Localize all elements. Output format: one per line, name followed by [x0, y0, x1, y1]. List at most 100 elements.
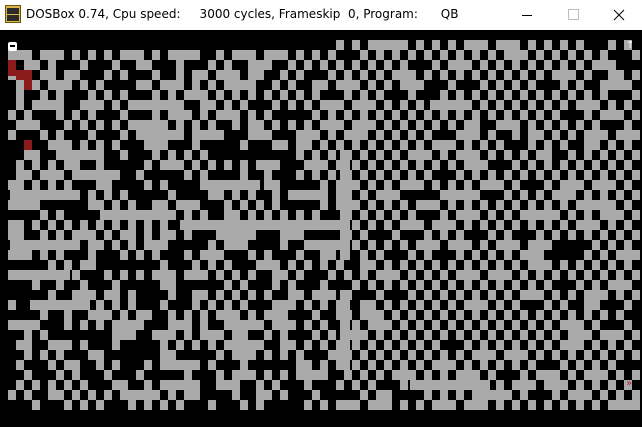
- maze-wall: [104, 310, 112, 320]
- maze-wall: [536, 150, 544, 160]
- maze-wall: [448, 260, 456, 270]
- maze-wall: [520, 150, 528, 160]
- maze-wall: [80, 280, 88, 290]
- maze-wall: [128, 230, 136, 240]
- maze-wall: [632, 400, 640, 410]
- maze-wall: [488, 110, 496, 120]
- maze-wall: [184, 90, 192, 100]
- maze-wall: [480, 140, 488, 150]
- maze-wall: [496, 140, 504, 150]
- maze-wall: [368, 400, 376, 410]
- maze-wall: [472, 290, 480, 300]
- maze-wall: [96, 200, 104, 210]
- maze-wall: [432, 360, 440, 370]
- maze-wall: [440, 90, 448, 100]
- maze-wall: [616, 400, 624, 410]
- player-trail: [24, 80, 32, 90]
- maze-wall: [288, 260, 296, 270]
- maze-wall: [608, 380, 616, 390]
- maze-wall: [304, 190, 312, 200]
- maze-wall: [592, 160, 600, 170]
- maze-wall: [232, 330, 240, 340]
- maze-wall: [512, 240, 520, 250]
- maze-wall: [416, 360, 424, 370]
- maze-wall: [600, 60, 608, 70]
- maze-wall: [368, 240, 376, 250]
- maze-wall: [480, 240, 488, 250]
- maze-wall: [80, 260, 88, 270]
- maze-wall: [464, 150, 472, 160]
- maze-wall: [328, 100, 336, 110]
- close-icon[interactable]: [596, 0, 642, 30]
- maze-wall: [608, 180, 616, 190]
- maze-wall: [576, 380, 584, 390]
- maze-wall: [192, 80, 200, 90]
- maze-wall: [96, 310, 104, 320]
- maximize-icon[interactable]: [550, 0, 596, 30]
- maze-wall: [576, 200, 584, 210]
- minimize-icon[interactable]: [504, 0, 550, 30]
- maze-wall: [192, 290, 200, 300]
- maze-wall: [584, 310, 592, 320]
- maze-wall: [472, 110, 480, 120]
- maze-wall: [592, 280, 600, 290]
- maze-wall: [472, 300, 480, 310]
- maze-wall: [392, 130, 400, 140]
- maze-wall: [440, 50, 448, 60]
- maze-wall: [568, 130, 576, 140]
- maze-wall: [232, 240, 240, 250]
- maze-wall: [360, 190, 368, 200]
- maze-wall: [632, 250, 640, 260]
- maze-wall: [208, 240, 216, 250]
- maze-wall: [632, 70, 640, 80]
- maze-wall: [624, 280, 632, 290]
- maze-wall: [416, 400, 424, 410]
- maze-wall: [224, 280, 232, 290]
- maze-wall: [40, 50, 48, 60]
- maze-wall: [368, 60, 376, 70]
- maze-wall: [616, 70, 624, 80]
- maze-wall: [536, 250, 544, 260]
- maze-wall: [176, 50, 184, 60]
- maze-wall: [240, 240, 248, 250]
- maze-wall: [456, 170, 464, 180]
- maze-wall: [456, 210, 464, 220]
- maze-wall: [544, 280, 552, 290]
- maze-wall: [176, 400, 184, 410]
- maze-wall: [96, 160, 104, 170]
- maze-wall: [576, 360, 584, 370]
- maze-wall: [168, 110, 176, 120]
- maze-wall: [176, 130, 184, 140]
- maze-wall: [336, 120, 344, 130]
- maze-wall: [520, 50, 528, 60]
- maze-wall: [568, 330, 576, 340]
- maze-wall: [216, 130, 224, 140]
- maze-wall: [144, 130, 152, 140]
- maze-wall: [432, 260, 440, 270]
- maze-wall: [368, 160, 376, 170]
- maze-wall: [216, 230, 224, 240]
- maze-wall: [544, 60, 552, 70]
- maze-wall: [312, 210, 320, 220]
- maze-wall: [48, 260, 56, 270]
- maze-wall: [408, 370, 416, 380]
- game-screen[interactable]: ↑ »: [0, 30, 642, 427]
- maze-wall: [456, 250, 464, 260]
- maze-wall: [384, 190, 392, 200]
- maze-wall: [360, 90, 368, 100]
- maze-wall: [312, 290, 320, 300]
- maze-wall: [88, 100, 96, 110]
- maze-wall: [232, 390, 240, 400]
- maze-wall: [528, 260, 536, 270]
- maze-wall: [544, 160, 552, 170]
- maze-wall: [224, 340, 232, 350]
- maze-wall: [160, 400, 168, 410]
- maze-wall: [520, 170, 528, 180]
- maze-wall: [504, 330, 512, 340]
- maze-wall: [376, 350, 384, 360]
- maze-wall: [600, 170, 608, 180]
- maze-wall: [8, 200, 16, 210]
- maze-wall: [232, 110, 240, 120]
- maze-wall: [632, 330, 640, 340]
- maze-wall: [464, 340, 472, 350]
